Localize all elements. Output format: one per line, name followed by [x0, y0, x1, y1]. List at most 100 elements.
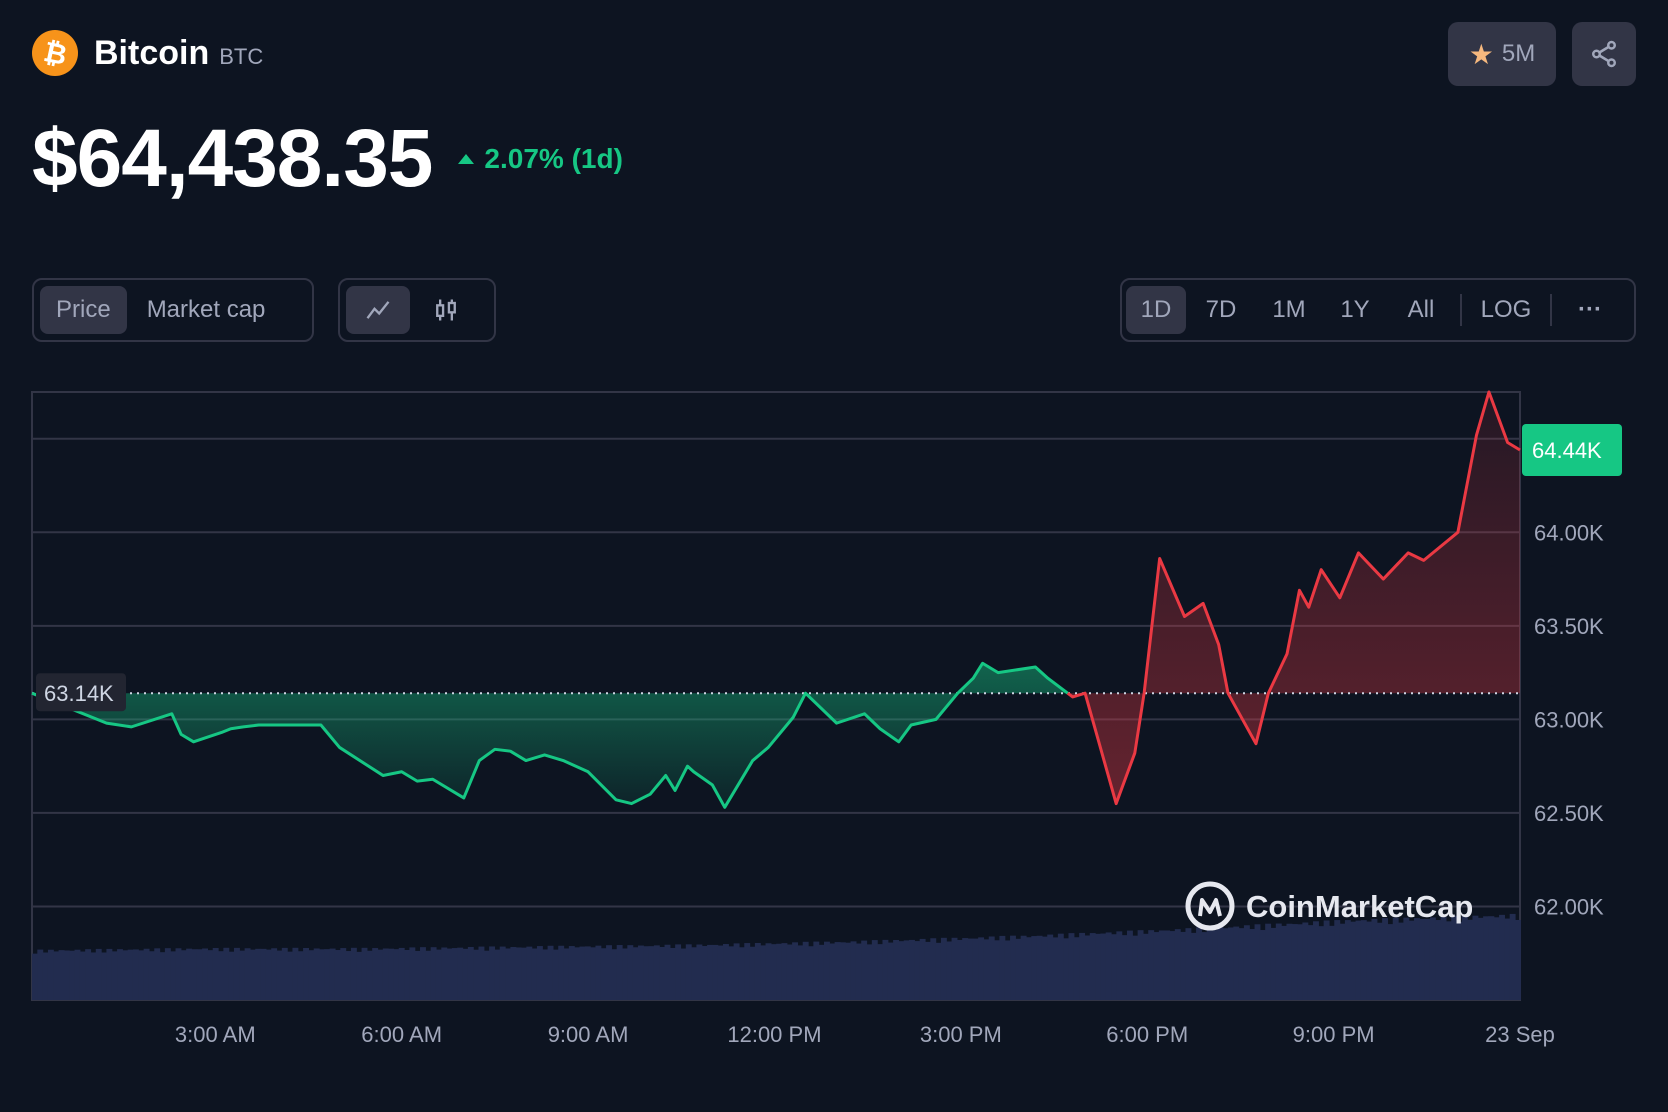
- volume-bar: [1414, 918, 1420, 1000]
- volume-bar: [446, 948, 453, 1000]
- volume-bar: [37, 949, 44, 1000]
- volume-bar: [191, 949, 198, 1000]
- x-tick-label: 6:00 AM: [361, 1022, 442, 1047]
- range-toggle: 1D 7D 1M 1Y All LOG ···: [1120, 278, 1636, 342]
- volume-bar: [1456, 921, 1463, 1000]
- volume-bar: [127, 949, 134, 1000]
- volume-bar: [744, 943, 751, 1000]
- volume-bar: [653, 945, 660, 1000]
- volume-bar: [994, 940, 1001, 1000]
- volume-bar: [420, 947, 426, 1000]
- volume-bar: [451, 948, 458, 1000]
- log-toggle[interactable]: LOG: [1468, 286, 1544, 334]
- volume-bar: [239, 950, 246, 1000]
- price-row: $64,438.35 2.07% (1d): [32, 112, 623, 206]
- volume-bar: [1302, 922, 1309, 1000]
- share-button[interactable]: [1572, 22, 1636, 86]
- volume-bar: [1270, 927, 1277, 1000]
- volume-bar: [122, 950, 129, 1000]
- volume-bar: [754, 943, 761, 1000]
- volume-bar: [138, 950, 145, 1000]
- volume-bar: [483, 950, 490, 1000]
- volume-bar: [951, 937, 958, 1000]
- volume-bar: [1137, 930, 1144, 1000]
- volume-bar: [1382, 918, 1389, 1000]
- volume-bar: [802, 941, 809, 1000]
- x-tick-label: 3:00 AM: [175, 1022, 256, 1047]
- price-chart-svg[interactable]: 62.00K 62.50K 63.00K 63.50K 64.00K 63.14K 64.4…: [0, 380, 1668, 1060]
- volume-bar: [404, 949, 410, 1000]
- volume-bar: [47, 949, 54, 1000]
- volume-bar: [303, 947, 310, 1000]
- volume-bar: [909, 939, 915, 1000]
- volume-bar: [42, 952, 49, 1000]
- volume-bar: [685, 944, 692, 1000]
- volume-bar: [1445, 921, 1452, 1000]
- volume-bar: [1063, 938, 1070, 1000]
- volume-bar: [1259, 930, 1266, 1000]
- volume-bar: [1047, 934, 1054, 1000]
- volume-bar: [600, 948, 607, 1000]
- watchlist-button[interactable]: ★ 5M: [1448, 22, 1556, 86]
- volume-bar: [1105, 932, 1112, 1000]
- divider: [1460, 294, 1462, 326]
- volume-bar: [946, 941, 953, 1000]
- range-1y[interactable]: 1Y: [1322, 286, 1388, 334]
- volume-bar: [90, 952, 97, 1000]
- volume-bar: [829, 943, 836, 1000]
- y-tick-label: 63.50K: [1534, 614, 1604, 639]
- volume-bar: [972, 938, 979, 1000]
- volume-bar: [260, 948, 267, 1000]
- volume-bar: [1126, 930, 1133, 1000]
- volume-bar: [164, 948, 171, 1000]
- volume-bar: [1238, 928, 1245, 1000]
- area-above-baseline: [32, 663, 1068, 808]
- candlestick-button[interactable]: [414, 286, 478, 334]
- volume-bar: [648, 946, 655, 1000]
- line-chart-button[interactable]: [346, 286, 410, 334]
- tab-price[interactable]: Price: [40, 286, 127, 334]
- volume-bar: [786, 944, 793, 1000]
- volume-bar: [1196, 927, 1202, 1000]
- volume-bar: [1313, 921, 1319, 1000]
- volume-bar: [212, 948, 219, 1000]
- volume-bar: [1121, 935, 1128, 1000]
- top-actions: ★ 5M: [1448, 22, 1636, 86]
- x-tick-label: 9:00 PM: [1293, 1022, 1375, 1047]
- volume-bar: [1281, 925, 1288, 1000]
- volume-bar: [457, 947, 464, 1000]
- range-1d[interactable]: 1D: [1126, 286, 1186, 334]
- volume-bar: [749, 946, 756, 1000]
- volume-bar: [249, 949, 256, 1000]
- more-options-button[interactable]: ···: [1558, 286, 1622, 334]
- range-1m[interactable]: 1M: [1256, 286, 1322, 334]
- baseline-label: 63.14K: [44, 681, 114, 706]
- x-tick-label: 9:00 AM: [548, 1022, 629, 1047]
- volume-bar: [877, 944, 884, 1000]
- volume-bar: [606, 945, 612, 1000]
- volume-bar: [563, 948, 570, 1000]
- volume-bar: [1148, 930, 1155, 1000]
- volume-bar: [180, 950, 187, 1000]
- volume-bar: [462, 948, 469, 1000]
- volume-bar: [271, 948, 278, 1000]
- volume-bar: [1360, 920, 1367, 1000]
- volume-bar: [473, 949, 480, 1000]
- volume-bar: [1424, 918, 1431, 1000]
- tab-market-cap[interactable]: Market cap: [131, 286, 282, 334]
- volume-bar: [350, 947, 357, 1000]
- volume-bar: [664, 944, 671, 1000]
- price-chart[interactable]: 62.00K 62.50K 63.00K 63.50K 64.00K 63.14K 64.4…: [0, 380, 1668, 1065]
- volume-bar: [818, 944, 825, 1000]
- range-7d[interactable]: 7D: [1186, 286, 1256, 334]
- volume-bar: [1265, 923, 1272, 1000]
- volume-bar: [1440, 916, 1447, 1000]
- volume-bar: [1488, 916, 1495, 1000]
- volume-bar: [1095, 933, 1101, 1000]
- volume-bar: [499, 946, 506, 1000]
- volume-bar: [531, 948, 538, 1000]
- volume-bar: [1164, 930, 1171, 1000]
- volume-bar: [595, 945, 602, 1000]
- volume-bar: [1350, 921, 1357, 1000]
- range-all[interactable]: All: [1388, 286, 1454, 334]
